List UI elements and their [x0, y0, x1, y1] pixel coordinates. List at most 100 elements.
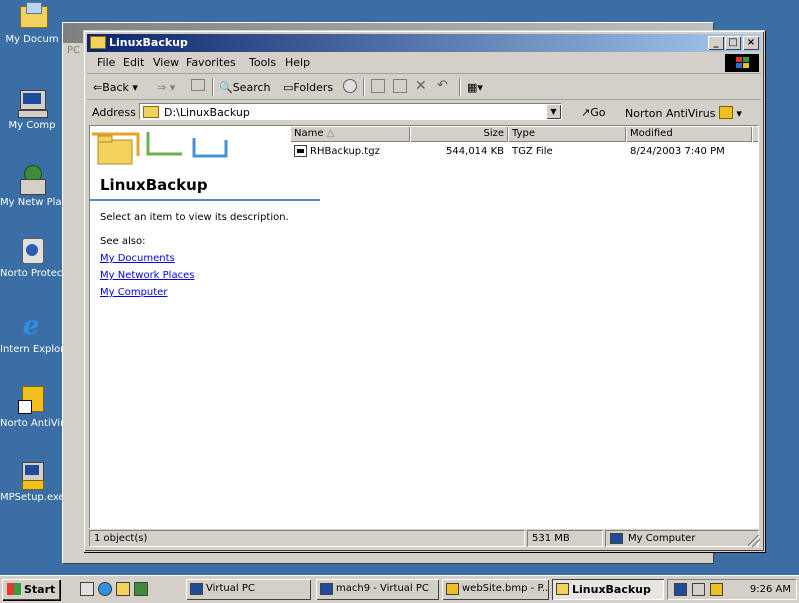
folders-icon: ▭	[283, 81, 294, 94]
desktop-icon-norton-protect[interactable]: Norto Protect	[0, 236, 64, 279]
background-window-side	[63, 43, 83, 563]
history-icon[interactable]	[343, 79, 357, 93]
file-name: RHBackup.tgz	[310, 146, 380, 157]
computer-zone-icon	[610, 533, 623, 544]
desktop-icon-mpsetup[interactable]: MPSetup.exe	[0, 460, 64, 503]
menu-edit[interactable]: Edit	[123, 56, 144, 69]
address-input[interactable]: D:\LinuxBackup ▼	[139, 103, 562, 120]
status-size: 531 MB	[527, 530, 603, 547]
address-dropdown-button[interactable]: ▼	[546, 104, 561, 119]
tgz-file-icon	[294, 145, 307, 157]
windows-logo-icon	[725, 54, 759, 72]
forward-button[interactable]: ⇒ ▾	[157, 81, 175, 94]
desktop-icon-my-documents[interactable]: My Docum	[0, 2, 64, 45]
webview-panel: LinuxBackup Select an item to view its d…	[90, 126, 320, 528]
folders-button[interactable]: ▭Folders	[283, 81, 333, 94]
column-header-type[interactable]: Type	[508, 126, 626, 142]
desktop-icon-my-computer[interactable]: My Comp	[0, 88, 64, 131]
menu-view[interactable]: View	[153, 56, 179, 69]
norton-protect-icon	[16, 236, 48, 266]
forward-arrow-icon: ⇒	[157, 81, 167, 94]
menu-file[interactable]: File	[97, 56, 115, 69]
clock[interactable]: 9:26 AM	[750, 584, 791, 595]
toolbar-separator	[459, 78, 461, 96]
search-icon: 🔍	[219, 81, 233, 94]
background-window-label: PC	[67, 45, 81, 56]
network-icon	[16, 165, 48, 195]
computer-icon	[16, 88, 48, 118]
status-object-count: 1 object(s)	[89, 530, 525, 547]
desktop-icon-norton-antivirus[interactable]: Norto AntiVirus	[0, 386, 64, 429]
webview-divider	[90, 199, 320, 201]
go-arrow-icon: ↗	[581, 106, 591, 119]
quicklaunch-ie-icon[interactable]	[98, 582, 112, 596]
internet-explorer-icon: e	[22, 311, 40, 341]
network-tray-icon[interactable]	[674, 583, 687, 596]
taskbar-button-linuxbackup[interactable]: LinuxBackup	[552, 579, 664, 600]
minimize-button[interactable]: _	[708, 36, 724, 50]
desktop-icon-my-network-places[interactable]: My Netw Place	[0, 165, 64, 208]
views-button[interactable]: ▦▾	[467, 81, 483, 94]
file-list: Name △ Size Type Modified RHBackup.tgz 5…	[290, 126, 758, 528]
quicklaunch-media-icon[interactable]	[134, 582, 148, 596]
menu-bar: File Edit View Favorites Tools Help	[87, 53, 761, 74]
desktop-icon-internet-explorer[interactable]: e Intern Explor	[0, 312, 64, 355]
taskbar-button-mach9[interactable]: mach9 - Virtual PC	[316, 579, 439, 600]
see-also-label: See also:	[100, 236, 146, 247]
norton-tray-icon[interactable]	[710, 583, 723, 596]
close-button[interactable]: ×	[743, 36, 759, 50]
copy-to-icon[interactable]	[393, 79, 407, 93]
status-zone: My Computer	[605, 530, 759, 547]
link-my-computer[interactable]: My Computer	[100, 287, 167, 298]
address-value: D:\LinuxBackup	[164, 106, 250, 119]
views-icon: ▦	[467, 81, 478, 94]
norton-antivirus-button[interactable]: Norton AntiVirus ▾	[625, 106, 742, 120]
virtual-pc-icon	[320, 583, 333, 595]
menu-tools[interactable]: Tools	[249, 56, 276, 69]
column-header-modified[interactable]: Modified	[626, 126, 752, 142]
undo-icon[interactable]: ↶	[437, 78, 448, 93]
taskbar-button-paint[interactable]: webSite.bmp - P...	[442, 579, 549, 600]
move-to-icon[interactable]	[371, 79, 385, 93]
taskbar: Start Virtual PC mach9 - Virtual PC webS…	[0, 575, 799, 603]
taskbar-button-virtual-pc[interactable]: Virtual PC	[186, 579, 311, 600]
link-my-documents[interactable]: My Documents	[100, 253, 175, 264]
menu-help[interactable]: Help	[285, 56, 310, 69]
file-modified: 8/24/2003 7:40 PM	[630, 146, 725, 157]
window-title: LinuxBackup	[109, 36, 188, 49]
maximize-button[interactable]: □	[725, 36, 741, 50]
go-button[interactable]: ↗Go	[581, 106, 605, 119]
address-bar: Address D:\LinuxBackup ▼ ↗Go Norton Anti…	[87, 101, 761, 123]
quicklaunch-desktop-icon[interactable]	[80, 582, 94, 596]
resize-grip[interactable]	[748, 535, 760, 547]
setup-icon	[16, 460, 48, 490]
sort-ascending-icon: △	[326, 128, 335, 139]
quicklaunch-folder-icon[interactable]	[116, 582, 130, 596]
back-arrow-icon: ⇐	[93, 81, 103, 94]
up-folder-icon[interactable]	[191, 79, 205, 91]
webview-title: LinuxBackup	[100, 176, 208, 194]
folder-icon	[90, 36, 106, 49]
virtual-pc-icon	[190, 583, 203, 595]
explorer-window[interactable]: LinuxBackup _ □ × File Edit View Favorit…	[83, 30, 765, 552]
content-pane: LinuxBackup Select an item to view its d…	[89, 125, 759, 529]
file-type: TGZ File	[512, 146, 553, 157]
link-my-network-places[interactable]: My Network Places	[100, 270, 194, 281]
title-bar[interactable]: LinuxBackup _ □ ×	[87, 34, 761, 52]
toolbar: ⇐Back ▾ ⇒ ▾ 🔍Search ▭Folders ✕ ↶ ▦▾	[87, 75, 761, 100]
file-size: 544,014 KB	[446, 146, 504, 157]
column-header-name[interactable]: Name △	[290, 126, 410, 142]
column-header-size[interactable]: Size	[410, 126, 508, 142]
search-button[interactable]: 🔍Search	[219, 81, 271, 94]
volume-tray-icon[interactable]	[692, 583, 705, 596]
folder-icon	[556, 583, 569, 595]
status-bar: 1 object(s) 531 MB My Computer	[87, 529, 761, 548]
table-row[interactable]: RHBackup.tgz 544,014 KB TGZ File 8/24/20…	[290, 144, 758, 160]
norton-antivirus-icon	[16, 386, 48, 416]
start-button[interactable]: Start	[2, 579, 60, 600]
paint-icon	[446, 583, 459, 595]
back-button[interactable]: ⇐Back ▾	[93, 81, 138, 94]
menu-favorites[interactable]: Favorites	[186, 56, 236, 69]
folder-icon	[143, 106, 159, 118]
delete-icon[interactable]: ✕	[415, 78, 427, 94]
